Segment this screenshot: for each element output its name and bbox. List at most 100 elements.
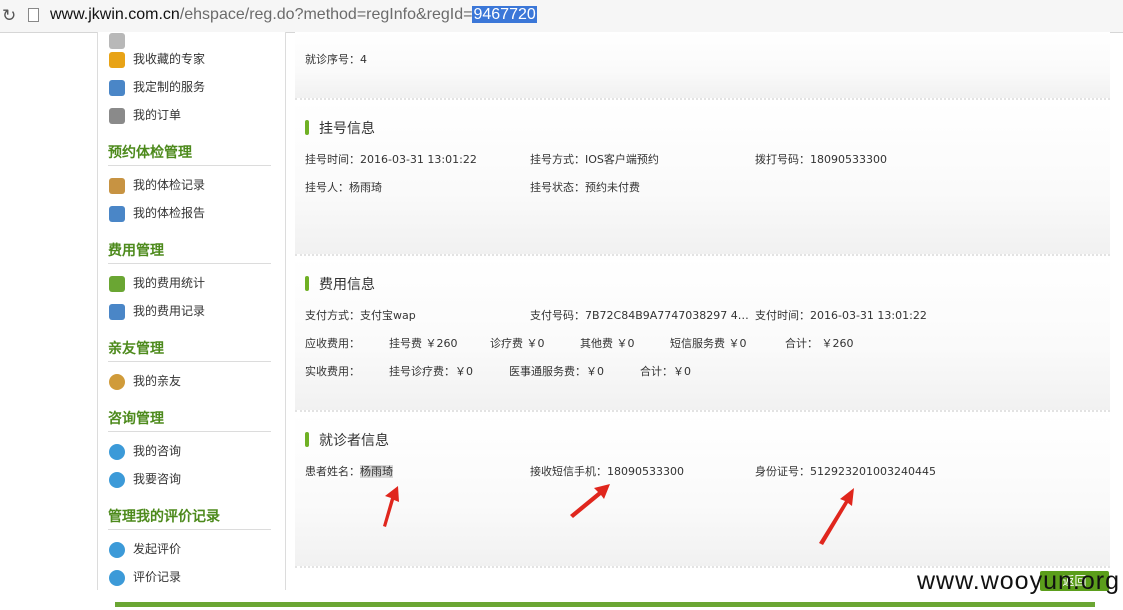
reg-fee: 挂号费 ￥260 — [389, 337, 458, 350]
sidebar-item-label: 我的订单 — [133, 108, 182, 122]
sidebar-group-title-checkup: 预约体检管理 — [108, 145, 192, 161]
records-icon — [109, 303, 125, 320]
section-title-text: 挂号信息 — [319, 121, 375, 137]
sidebar-group-title-fees: 费用管理 — [108, 243, 164, 259]
sms-phone: 接收短信手机：18090533300 — [530, 465, 684, 478]
other-fee: 其他费 ￥0 — [580, 337, 635, 350]
patient-name-value: 杨雨琦 — [360, 465, 393, 478]
title-bar-icon — [305, 432, 309, 447]
url-host: www.jkwin.com.cn — [50, 6, 180, 23]
sidebar-group-title-consult: 咨询管理 — [108, 411, 164, 427]
sidebar-group-title-reviews: 管理我的评价记录 — [108, 509, 220, 525]
footer-divider — [115, 602, 1095, 607]
section-title: 挂号信息 — [305, 118, 375, 138]
sidebar-item-label: 我的亲友 — [133, 374, 182, 388]
divider — [108, 361, 271, 362]
chat-icon — [109, 443, 125, 460]
patient-name: 患者姓名：杨雨琦 — [305, 463, 393, 479]
search-icon — [109, 569, 125, 586]
reg-status: 挂号状态：预约未付费 — [530, 181, 640, 194]
reg-phone: 拨打号码：18090533300 — [755, 153, 887, 166]
url-selected-id: 9467720 — [472, 6, 537, 23]
sidebar-item-fee-records[interactable]: 我的费用记录 — [109, 301, 205, 321]
star-icon — [109, 51, 125, 68]
received-label: 实收费用： — [305, 365, 360, 378]
med-service-fee: 医事通服务费：￥0 — [509, 365, 604, 378]
url-text[interactable]: www.jkwin.com.cn/ehspace/reg.do?method=r… — [50, 6, 537, 24]
report-icon — [109, 205, 125, 222]
sidebar-item-label: 我的费用统计 — [133, 276, 206, 290]
url-path: /ehspace/reg.do?method=regInfo&regId= — [179, 6, 473, 23]
section-title-text: 就诊者信息 — [319, 433, 389, 449]
sidebar-item-custom-services[interactable]: 我定制的服务 — [109, 77, 205, 97]
reg-diag-fee: 挂号诊疗费：￥0 — [389, 365, 473, 378]
page-icon — [28, 8, 39, 22]
divider — [108, 529, 271, 530]
receivable-label: 应收费用： — [305, 337, 360, 350]
sidebar-item-label: 我的费用记录 — [133, 304, 206, 318]
divider — [108, 263, 271, 264]
search-icon — [109, 471, 125, 488]
divider — [108, 165, 271, 166]
sidebar-item-checkup-reports[interactable]: 我的体检报告 — [109, 203, 205, 223]
visit-seq-value: 4 — [360, 53, 367, 66]
address-bar[interactable]: ↻ www.jkwin.com.cn/ehspace/reg.do?method… — [0, 0, 1123, 33]
visit-seq: 就诊序号：4 — [305, 51, 367, 67]
total-received: 合计：￥0 — [640, 365, 691, 378]
sms-fee: 短信服务费 ￥0 — [670, 337, 747, 350]
sidebar-item-my-consults[interactable]: 我的咨询 — [109, 441, 181, 461]
sidebar-item-orders[interactable]: 我的订单 — [109, 105, 181, 125]
patient-section: 就诊者信息 患者姓名：杨雨琦 接收短信手机：18090533300 身份证号：5… — [295, 412, 1110, 568]
id-card: 身份证号：512923201003240445 — [755, 465, 936, 478]
annotation-arrow-icon — [383, 486, 399, 527]
sidebar-item-cut[interactable] — [109, 30, 133, 50]
sidebar-item-label: 我的咨询 — [133, 444, 182, 458]
sidebar-item-ask-consult[interactable]: 我要咨询 — [109, 469, 181, 489]
visit-info-section: 就诊序号：4 — [295, 32, 1110, 100]
title-bar-icon — [305, 120, 309, 135]
sidebar-item-label: 我的体检报告 — [133, 206, 206, 220]
stats-icon — [109, 275, 125, 292]
visit-seq-label: 就诊序号： — [305, 53, 360, 66]
sidebar-item-checkup-records[interactable]: 我的体检记录 — [109, 175, 205, 195]
sidebar-item-label: 评价记录 — [133, 570, 182, 584]
list-icon — [109, 32, 125, 49]
sidebar-group-title-friends: 亲友管理 — [108, 341, 164, 357]
reg-method: 挂号方式：IOS客户端预约 — [530, 153, 659, 166]
pay-number: 支付号码：7B72C84B9A7747038297 4B7CE… — [530, 309, 752, 322]
comment-icon — [109, 541, 125, 558]
sidebar-item-friends[interactable]: 我的亲友 — [109, 371, 181, 391]
pay-method: 支付方式：支付宝wap — [305, 309, 416, 322]
reload-icon[interactable]: ↻ — [2, 6, 16, 26]
fee-section: 费用信息 支付方式：支付宝wap 支付号码：7B72C84B9A77470382… — [295, 256, 1110, 412]
sidebar-item-label: 我要咨询 — [133, 472, 182, 486]
section-title-text: 费用信息 — [319, 277, 375, 293]
sidebar-item-start-review[interactable]: 发起评价 — [109, 539, 181, 559]
sidebar: 我收藏的专家 我定制的服务 我的订单 预约体检管理 我的体检记录 我的体检报告 … — [97, 32, 286, 590]
sidebar-item-fee-stats[interactable]: 我的费用统计 — [109, 273, 205, 293]
registration-section: 挂号信息 挂号时间：2016-03-31 13:01:22 挂号方式：IOS客户… — [295, 100, 1110, 256]
user-edit-icon — [109, 177, 125, 194]
reg-time: 挂号时间：2016-03-31 13:01:22 — [305, 153, 477, 166]
diag-fee: 诊疗费 ￥0 — [490, 337, 545, 350]
total-receivable: 合计： ￥260 — [785, 337, 854, 350]
divider — [108, 431, 271, 432]
sidebar-item-favorite-experts[interactable]: 我收藏的专家 — [109, 49, 205, 69]
friends-icon — [109, 373, 125, 390]
annotation-arrow-icon — [570, 484, 610, 518]
watermark: www.wooyun.org — [917, 567, 1120, 595]
sidebar-item-label: 我收藏的专家 — [133, 52, 206, 66]
sidebar-item-review-records[interactable]: 评价记录 — [109, 567, 181, 587]
patient-name-label: 患者姓名： — [305, 465, 360, 478]
section-title: 就诊者信息 — [305, 430, 389, 450]
reg-person: 挂号人：杨雨琦 — [305, 181, 382, 194]
sidebar-item-label: 我的体检记录 — [133, 178, 206, 192]
sidebar-item-label: 我定制的服务 — [133, 80, 206, 94]
order-icon — [109, 107, 125, 124]
annotation-arrow-icon — [819, 488, 854, 545]
section-title: 费用信息 — [305, 274, 375, 294]
title-bar-icon — [305, 276, 309, 291]
pay-time: 支付时间：2016-03-31 13:01:22 — [755, 309, 927, 322]
sidebar-item-label: 发起评价 — [133, 542, 182, 556]
calendar-icon — [109, 79, 125, 96]
